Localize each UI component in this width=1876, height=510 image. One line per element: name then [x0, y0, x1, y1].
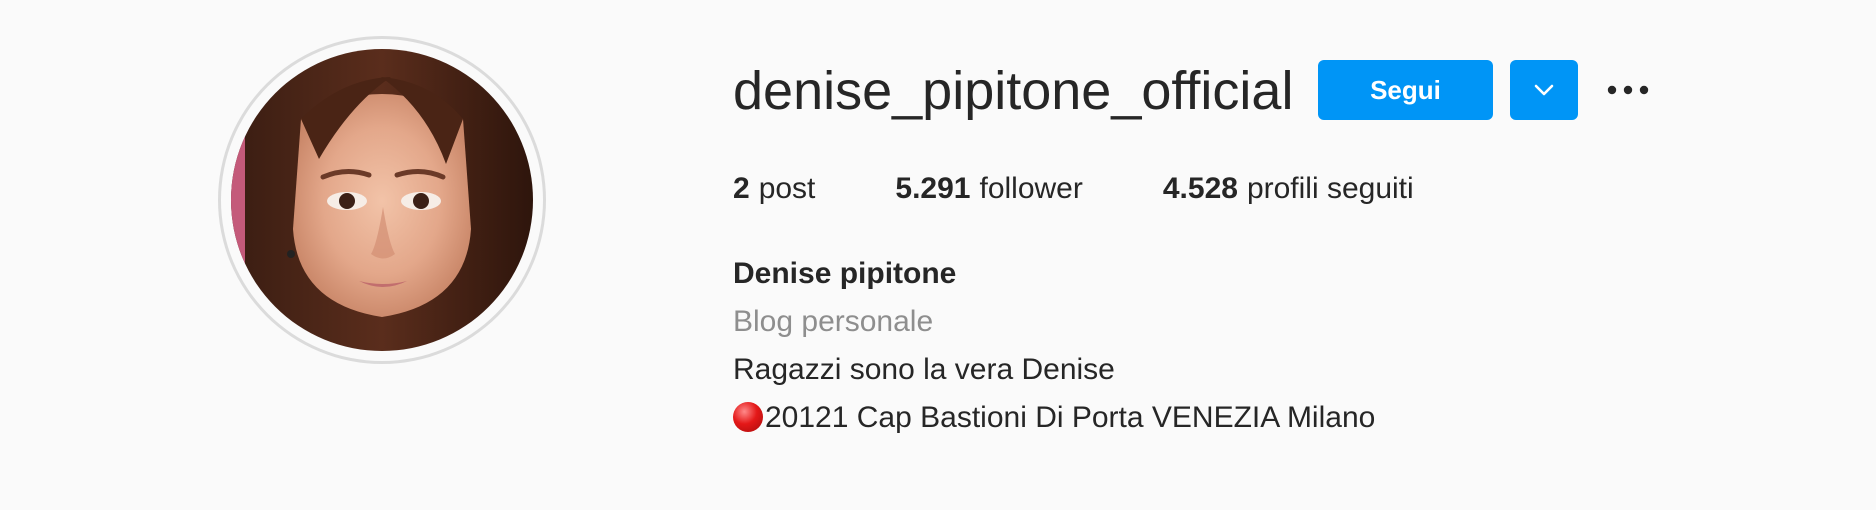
chevron-down-icon — [1534, 84, 1554, 96]
following-count: 4.528 — [1162, 172, 1238, 205]
posts-label: post — [758, 172, 816, 205]
posts-stat: 2 post — [733, 170, 815, 208]
bio-line-2: 20121 Cap Bastioni Di Porta VENEZIA Mila… — [765, 401, 1376, 434]
posts-count: 2 — [733, 172, 750, 205]
more-options-icon — [1607, 85, 1649, 95]
display-name: Denise pipitone — [733, 257, 957, 290]
red-circle-emoji-icon — [733, 402, 763, 432]
follow-button[interactable]: Segui — [1318, 60, 1493, 120]
followers-count: 5.291 — [895, 172, 971, 205]
bio-line-1: Ragazzi sono la vera Denise — [733, 353, 1115, 386]
profile-page: denise_pipitone_official Segui 2 post 5.… — [0, 0, 1876, 510]
profile-category: Blog personale — [733, 305, 934, 338]
following-label: profili seguiti — [1246, 172, 1414, 205]
suggestions-dropdown-button[interactable] — [1510, 60, 1578, 120]
bio-line-2-row: 20121 Cap Bastioni Di Porta VENEZIA Mila… — [733, 394, 1375, 442]
more-options-button[interactable] — [1604, 72, 1652, 108]
username: denise_pipitone_official — [733, 61, 1294, 121]
profile-bio: Denise pipitone Blog personale Ragazzi s… — [733, 250, 1375, 442]
profile-photo-icon — [231, 49, 533, 351]
following-stat[interactable]: 4.528 profili seguiti — [1163, 170, 1414, 208]
followers-stat[interactable]: 5.291 follower — [895, 170, 1082, 208]
followers-label: follower — [979, 172, 1083, 205]
avatar-ring[interactable] — [218, 36, 546, 364]
avatar-border — [221, 39, 543, 361]
profile-stats: 2 post 5.291 follower 4.528 profili segu… — [733, 170, 1414, 208]
avatar[interactable] — [231, 49, 533, 351]
